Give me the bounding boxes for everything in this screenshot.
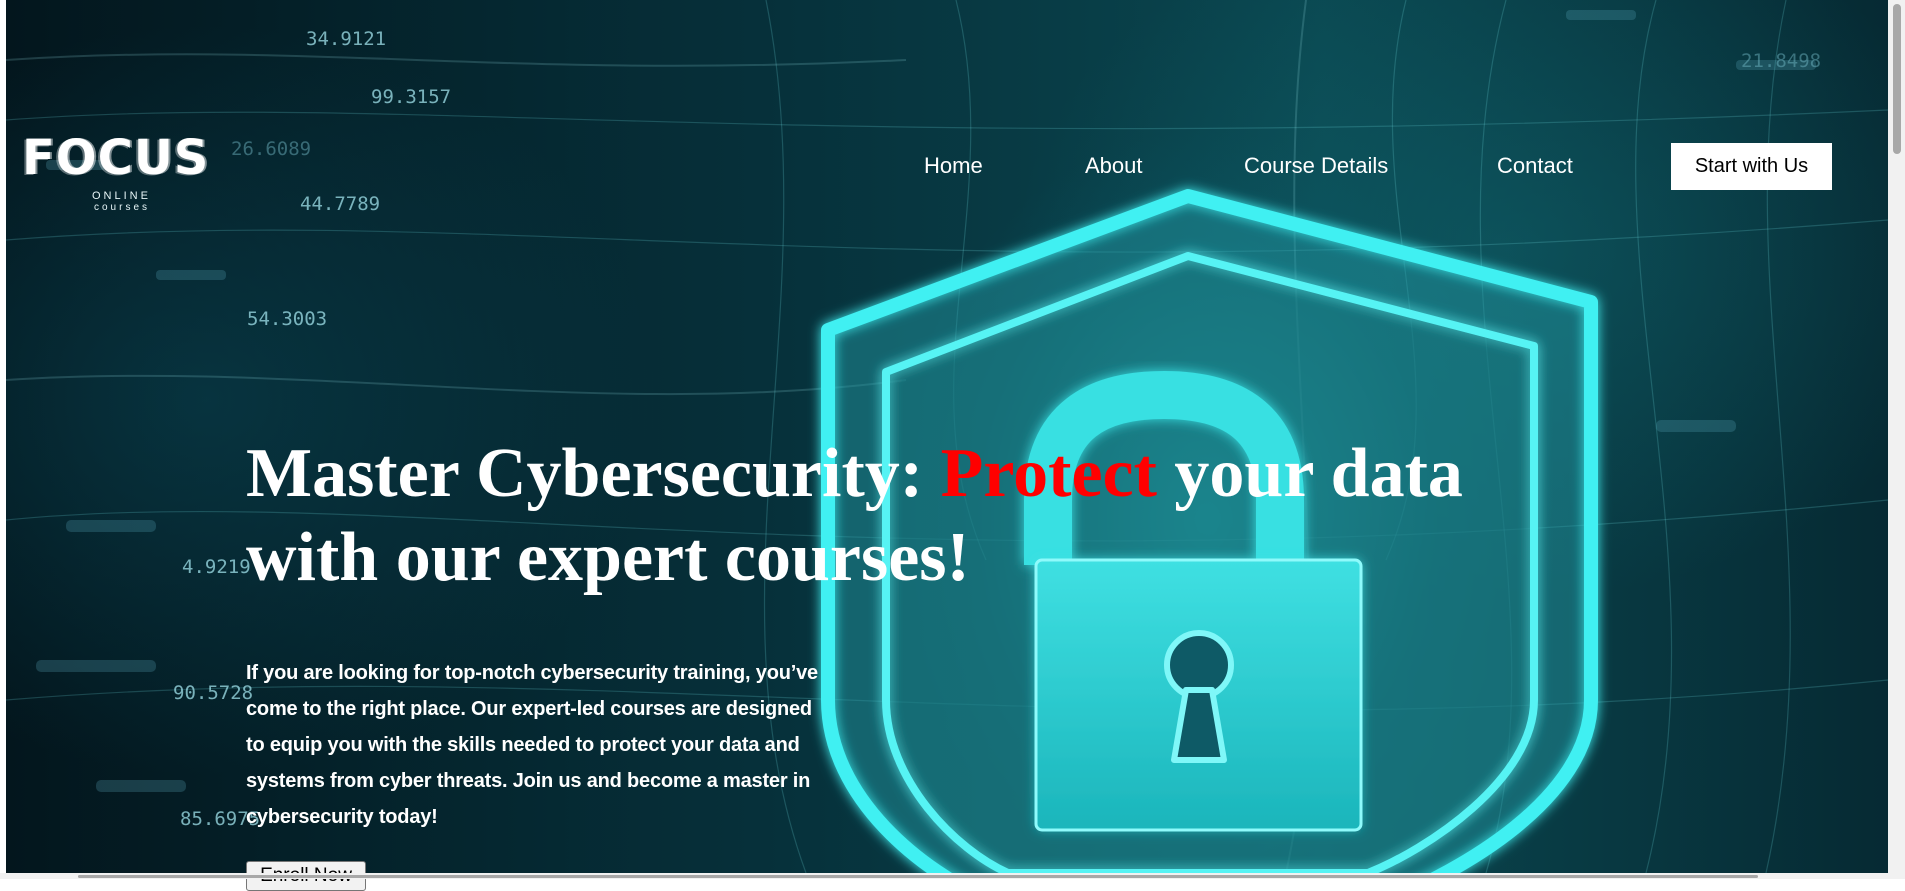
logo-subtitle: courses [94,202,151,214]
nav-link-contact[interactable]: Contact [1497,151,1573,181]
nav-link-home[interactable]: Home [924,151,983,181]
background-number: 99.3157 [371,86,452,108]
background-number: 90.5728 [173,682,254,704]
horizontal-scrollbar-thumb[interactable] [78,875,1758,878]
background-number: 44.7789 [300,193,381,215]
hero-title: Master Cybersecurity: Protect your data … [246,432,1566,600]
background-number: 4.9219 [182,556,251,578]
hero-description: If you are looking for top-notch cyberse… [246,662,818,828]
background-number: 21.8498 [1741,50,1822,72]
nav-link-course-details[interactable]: Course Details [1244,151,1388,181]
start-with-us-button[interactable]: Start with Us [1671,143,1832,190]
nav-link-about[interactable]: About [1085,151,1143,181]
hero-title-accent: Protect [940,435,1157,512]
background-number: 34.9121 [306,28,387,50]
vertical-scrollbar-thumb[interactable] [1893,4,1901,154]
main-nav: Home About Course Details Contact [0,151,1882,181]
background-number: 54.3003 [247,308,328,330]
hero-title-text: Master Cybersecurity: [246,435,941,512]
logo-subtitle: ONLINE [92,190,151,202]
